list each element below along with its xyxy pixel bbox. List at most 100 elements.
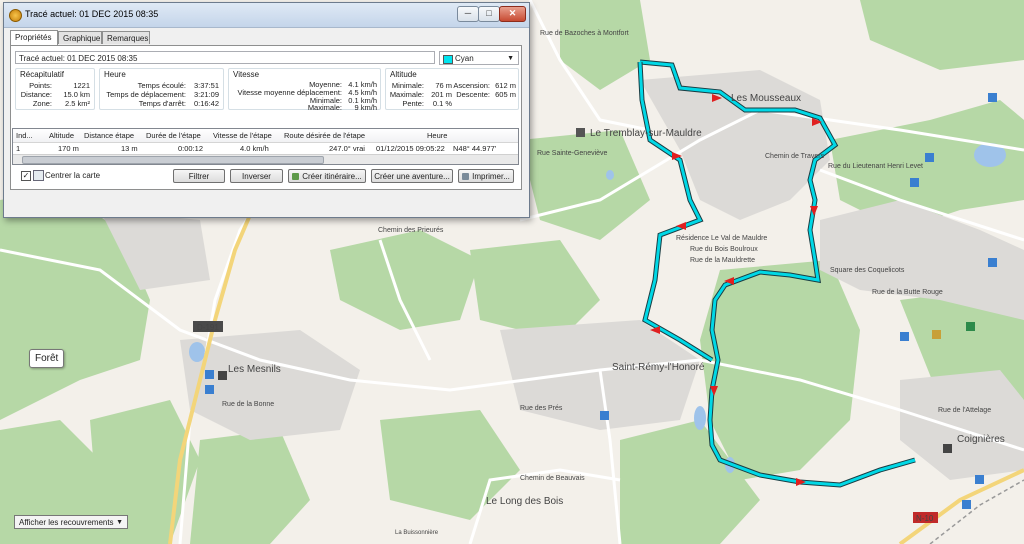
create-adventure-button[interactable]: Créer une aventure...: [371, 169, 453, 183]
scroll-thumb[interactable]: [22, 156, 324, 164]
tab-graph[interactable]: Graphique: [58, 31, 102, 44]
road-shield-d191: D-191: [193, 321, 223, 332]
label: Zone:: [32, 99, 52, 108]
overlay-dropdown[interactable]: Afficher les recouvrements ▼: [14, 515, 128, 529]
tab-properties[interactable]: Propriétés: [10, 30, 58, 45]
cell-duration: 0:00:12: [178, 144, 204, 153]
slope-value: 0.1 %: [432, 99, 452, 108]
column-header[interactable]: Heure: [427, 131, 447, 140]
column-header[interactable]: Vitesse de l'étape: [213, 131, 272, 140]
descent-value: 605 m: [495, 90, 516, 99]
street-label: Rue de la Bonne: [222, 401, 274, 408]
label: Maximale:: [389, 90, 424, 99]
label: Temps d'arrêt:: [138, 99, 186, 108]
close-button[interactable]: ✕: [499, 6, 526, 22]
place-label: Saint-Rémy-l'Honoré: [612, 362, 705, 373]
track-color-select[interactable]: Cyan ▼: [439, 51, 519, 65]
overlay-dropdown-label: Afficher les recouvrements: [19, 518, 114, 527]
cell-position: N48° 44.977': [453, 144, 497, 153]
minimize-button[interactable]: ─: [457, 6, 479, 22]
group-title: Vitesse: [233, 70, 260, 79]
street-label: Chemin de Beauvais: [520, 475, 585, 482]
invert-button[interactable]: Inverser: [230, 169, 283, 183]
color-swatch: [443, 55, 453, 64]
road-shield-n10: N-10: [913, 512, 938, 523]
min-altitude-value: 76 m: [435, 81, 452, 90]
speed-group: Vitesse Moyenne: 4.1 km/h Vitesse moyenn…: [228, 68, 381, 112]
label: Temps écoulé:: [137, 81, 186, 90]
place-label: Le Long des Bois: [486, 496, 563, 507]
max-speed-value: 9 km/h: [354, 103, 377, 112]
moving-time-value: 3:21:09: [193, 90, 219, 99]
zone-value: 2.5 km²: [64, 99, 90, 108]
cell-time: 01/12/2015 09:05:22: [376, 144, 445, 153]
place-label: Les Mousseaux: [731, 93, 801, 104]
street-label: Chemin des Prieurés: [378, 227, 444, 234]
map-center-icon: [33, 170, 44, 181]
column-header[interactable]: Altitude: [49, 131, 74, 140]
group-title: Récapitulatif: [20, 70, 65, 79]
street-label: Square des Coquelicots: [830, 267, 905, 274]
track-points-list[interactable]: Ind... Altitude Distance étape Durée de …: [12, 128, 519, 165]
street-label: Rue du Lieutenant Henri Levet: [828, 163, 923, 170]
street-label: Rue de la Butte Rouge: [872, 289, 943, 296]
elapsed-value: 3:37:51: [193, 81, 219, 90]
label: Ascension:: [453, 81, 490, 90]
filter-button[interactable]: Filtrer: [173, 169, 225, 183]
ascent-value: 612 m: [495, 81, 516, 90]
column-header[interactable]: Ind...: [16, 131, 33, 140]
create-route-button[interactable]: Créer itinéraire...: [288, 169, 366, 183]
place-label: Coignières: [957, 434, 1005, 445]
road-label: N-10: [916, 514, 934, 523]
track-properties-dialog: Tracé actuel: 01 DEC 2015 08:35 ─ □ ✕ Pr…: [3, 2, 530, 218]
forest-tooltip: Forêt: [29, 349, 65, 368]
horizontal-scrollbar[interactable]: [13, 154, 518, 164]
column-header[interactable]: Route désirée de l'étape: [284, 131, 365, 140]
summary-group: Récapitulatif Points: 1221 Distance: 15.…: [15, 68, 95, 110]
column-header[interactable]: Durée de l'étape: [146, 131, 201, 140]
window-title: Tracé actuel: 01 DEC 2015 08:35: [25, 9, 159, 19]
label: Distance:: [20, 90, 52, 99]
print-button[interactable]: Imprimer...: [458, 169, 514, 183]
chevron-down-icon: ▼: [116, 519, 123, 526]
color-label: Cyan: [455, 54, 474, 63]
road-label: D-191: [197, 323, 219, 332]
street-label: Rue de Bazoches à Montfort: [540, 30, 629, 37]
print-label: Imprimer...: [472, 172, 510, 181]
printer-icon: [462, 173, 470, 180]
street-label: Rue de la Mauldrette: [690, 257, 755, 264]
label: Points:: [29, 81, 52, 90]
street-label: La Buissonnière: [395, 530, 439, 536]
street-label: Rue du Bois Boulroux: [690, 246, 758, 253]
center-map-label: Centrer la carte: [45, 171, 101, 180]
group-title: Heure: [104, 70, 126, 79]
group-title: Altitude: [390, 70, 417, 79]
chevron-down-icon: ▼: [507, 55, 514, 62]
points-value: 1221: [73, 81, 90, 90]
label: Minimale:: [391, 81, 424, 90]
cell-index: 1: [16, 144, 21, 153]
route-icon: [292, 173, 300, 180]
create-route-label: Créer itinéraire...: [302, 172, 362, 181]
table-row[interactable]: 1 170 m 13 m 0:00:12 4.0 km/h 247.0° vra…: [13, 143, 518, 154]
street-label: Résidence Le Val de Mauldre: [676, 235, 767, 242]
tab-remarks[interactable]: Remarques: [102, 31, 150, 44]
street-label: Rue des Prés: [520, 405, 563, 412]
title-bar[interactable]: Tracé actuel: 01 DEC 2015 08:35 ─ □ ✕: [4, 3, 529, 28]
distance-value: 15.0 km: [63, 90, 90, 99]
label: Descente:: [456, 90, 490, 99]
label: Temps de déplacement:: [106, 90, 186, 99]
time-group: Heure Temps écoulé: 3:37:51 Temps de dép…: [99, 68, 224, 110]
cell-bearing: 247.0° vrai: [329, 144, 365, 153]
cell-speed: 4.0 km/h: [240, 144, 269, 153]
stopped-time-value: 0:16:42: [193, 99, 219, 108]
track-name-field[interactable]: Tracé actuel: 01 DEC 2015 08:35: [15, 51, 435, 64]
place-label: Les Mesnils: [228, 364, 281, 375]
street-label: Rue Sainte-Geneviève: [537, 150, 608, 157]
label: Maximale:: [307, 103, 342, 112]
maximize-button[interactable]: □: [478, 6, 500, 22]
center-map-checkbox[interactable]: ✓: [21, 171, 31, 181]
column-header[interactable]: Distance étape: [84, 131, 134, 140]
label: Pente:: [402, 99, 424, 108]
cell-distance: 13 m: [121, 144, 138, 153]
